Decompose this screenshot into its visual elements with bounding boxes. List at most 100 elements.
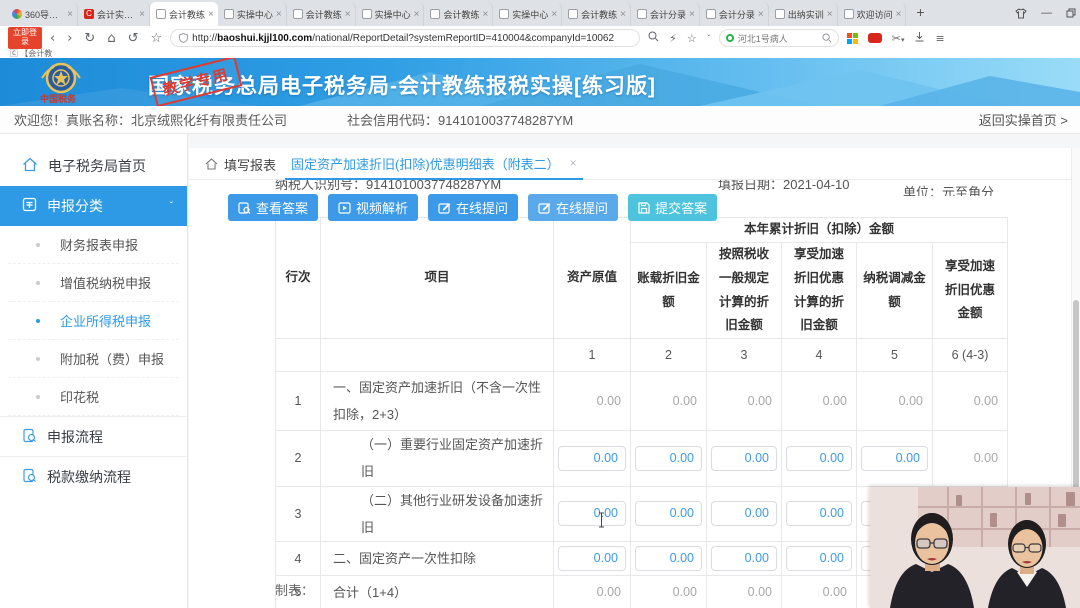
browser-toolbar: 立即登录 ‹ › ↻ ⌂ ↺ ☆ http://baoshui.kjjl100.com/n… xyxy=(0,26,1080,50)
tab-close-icon[interactable]: × xyxy=(482,9,488,20)
sidebar-subitem[interactable]: 企业所得税申报 xyxy=(8,302,179,340)
close-tab-icon[interactable]: × xyxy=(570,156,577,170)
star-icon[interactable]: ☆ xyxy=(150,31,162,46)
online-question-button[interactable]: 在线提问 xyxy=(528,194,619,221)
tab-close-icon[interactable]: × xyxy=(758,9,764,20)
amount-input[interactable]: 0.00 xyxy=(558,546,626,572)
menu-icon[interactable]: ≡ xyxy=(935,32,944,45)
button-label: 提交答案 xyxy=(655,201,708,216)
tab-close-icon[interactable]: × xyxy=(345,9,351,20)
sidebar-subitem[interactable]: 财务报表申报 xyxy=(8,226,179,264)
browser-tab[interactable]: 实操中心 × xyxy=(356,2,425,26)
tab-close-icon[interactable]: × xyxy=(276,9,282,20)
browser-tab[interactable]: 会计教练 × xyxy=(287,2,356,26)
sidebar-subitem[interactable]: 附加税（费）申报 xyxy=(8,340,179,378)
browser-tab[interactable]: 实操中心 × xyxy=(493,2,563,26)
tab-favicon-icon xyxy=(361,9,372,19)
browser-tab[interactable]: 会计分录 × xyxy=(631,2,700,26)
screenshot-scissors-icon[interactable]: ✂▾ xyxy=(892,32,905,45)
video-analysis-button[interactable]: 视频解析 xyxy=(328,194,419,221)
sidebar-subitem-label: 印花税 xyxy=(60,390,100,405)
amount-input[interactable]: 0.00 xyxy=(635,501,702,527)
tab-close-icon[interactable]: × xyxy=(414,9,420,20)
undo-icon[interactable]: ↺ xyxy=(128,31,139,46)
value-cell: 0.00 xyxy=(781,575,857,608)
unit-text: 单位：元至角分 xyxy=(903,185,995,196)
tab-close-icon[interactable]: × xyxy=(139,9,145,20)
tab-favicon-icon xyxy=(156,9,166,19)
value-cell: 0.00 xyxy=(931,430,1009,487)
view-answer-button[interactable]: 查看答案 xyxy=(228,194,319,221)
browser-tab[interactable]: 会计教练 × xyxy=(150,2,218,26)
row-number-cell: 1 xyxy=(275,371,321,431)
tab-fill-report[interactable]: 填写报表 xyxy=(205,148,276,180)
credit-code-text: 社会信用代码：9141010037748287YM xyxy=(347,113,574,128)
browser-tab[interactable]: 会计教练 × xyxy=(562,2,632,26)
amount-input[interactable]: 0.00 xyxy=(861,445,928,471)
sidebar-item-payment-flow[interactable]: 税款缴纳流程 xyxy=(0,456,187,496)
sidebar-subitem[interactable]: 增值税纳税申报 xyxy=(8,264,179,302)
report-tab-bar: 填写报表 固定资产加速折旧(扣除)优惠明细表（附表二） × xyxy=(189,148,1072,180)
amount-input[interactable]: 0.00 xyxy=(635,445,702,471)
browser-tab[interactable]: 实操中心 × xyxy=(218,2,287,26)
amount-input[interactable]: 0.00 xyxy=(711,445,777,471)
amount-input[interactable]: 0.00 xyxy=(786,445,852,471)
amount-input[interactable]: 0.00 xyxy=(786,501,852,527)
table-row: 2 （一）重要行业固定资产加速折旧 0.00 0.00 0.00 0.00 0.00 0.00 xyxy=(275,430,1009,487)
browser-tab[interactable]: 360导航_一× xyxy=(6,2,78,26)
browser-tab[interactable]: C会计实操培训× xyxy=(78,2,150,26)
sidebar-item-declare-flow[interactable]: 申报流程 xyxy=(0,416,187,456)
chevron-down-icon[interactable]: ˇ xyxy=(707,34,711,43)
back-icon[interactable]: ‹ xyxy=(50,31,55,46)
tab-close-icon[interactable]: × xyxy=(620,9,626,20)
login-now-button[interactable]: 立即登录 xyxy=(8,27,42,49)
tab-favicon-icon xyxy=(223,9,234,19)
apps-grid-icon[interactable] xyxy=(846,32,858,44)
zoom-icon[interactable] xyxy=(648,31,659,45)
browser-tab[interactable]: 出纳实训 × xyxy=(769,2,838,26)
tab-close-icon[interactable]: × xyxy=(827,9,833,20)
refresh-icon[interactable]: ↻ xyxy=(84,31,95,46)
tab-close-icon[interactable]: × xyxy=(67,9,73,20)
browser-tab[interactable]: 会计教练 × xyxy=(424,2,494,26)
home-icon[interactable]: ⌂ xyxy=(107,31,115,46)
tab-close-icon[interactable]: × xyxy=(896,9,902,20)
sidebar-subitem[interactable]: 印花税 xyxy=(8,378,179,416)
back-home-link[interactable]: 返回实操首页 > xyxy=(979,110,1068,129)
tab-label: 360导航_一 xyxy=(25,9,64,20)
games-icon[interactable] xyxy=(867,33,882,43)
amount-input[interactable]: 0.00 xyxy=(711,501,777,527)
sidebar-item-home[interactable]: 电子税务局首页 xyxy=(0,146,187,186)
value-cell: 0.00 xyxy=(706,485,782,543)
site-info-icon[interactable] xyxy=(179,33,189,43)
forward-icon[interactable]: › xyxy=(67,31,72,46)
amount-input[interactable]: 0.00 xyxy=(711,546,777,572)
browser-tab[interactable]: 欢迎访问 × xyxy=(838,2,907,26)
bookmark-item[interactable]: 🄲 【会计教 xyxy=(10,49,52,58)
bookmark-star-icon[interactable]: ☆ xyxy=(687,32,697,45)
minimize-button[interactable]: — xyxy=(1041,7,1052,19)
browser-search-input[interactable]: 河北1号病人 xyxy=(718,29,839,47)
online-question-button[interactable]: 在线提问 xyxy=(428,194,519,221)
tab-favicon-icon xyxy=(637,9,648,19)
tab-close-icon[interactable]: × xyxy=(551,9,557,20)
tab-report-active[interactable]: 固定资产加速折旧(扣除)优惠明细表（附表二） × xyxy=(285,148,583,180)
tab-close-icon[interactable]: × xyxy=(208,9,214,20)
submit-answer-button[interactable]: 提交答案 xyxy=(628,194,718,221)
browser-skin-icon[interactable] xyxy=(1015,7,1027,19)
sidebar-item-declare-category[interactable]: 申报分类 ˇ xyxy=(0,186,187,226)
restore-button[interactable] xyxy=(1066,8,1076,18)
amount-input[interactable]: 0.00 xyxy=(558,445,626,471)
new-tab-button[interactable]: + xyxy=(910,3,930,23)
amount-input[interactable]: 0.00 xyxy=(635,546,702,572)
address-bar[interactable]: http://baoshui.kjjl100.com/national/Repo… xyxy=(170,29,641,47)
amount-input[interactable]: 0.00 xyxy=(558,501,626,527)
search-icon[interactable] xyxy=(822,33,832,43)
tab-close-icon[interactable]: × xyxy=(689,9,695,20)
reader-icon[interactable]: ⚡ xyxy=(669,32,677,45)
download-icon[interactable] xyxy=(914,31,925,45)
col-subheader: 享受加速折旧优惠金额 xyxy=(931,242,1009,339)
browser-tab[interactable]: 会计分录 × xyxy=(700,2,769,26)
value-cell: 0.00 xyxy=(856,371,933,431)
amount-input[interactable]: 0.00 xyxy=(786,546,852,572)
